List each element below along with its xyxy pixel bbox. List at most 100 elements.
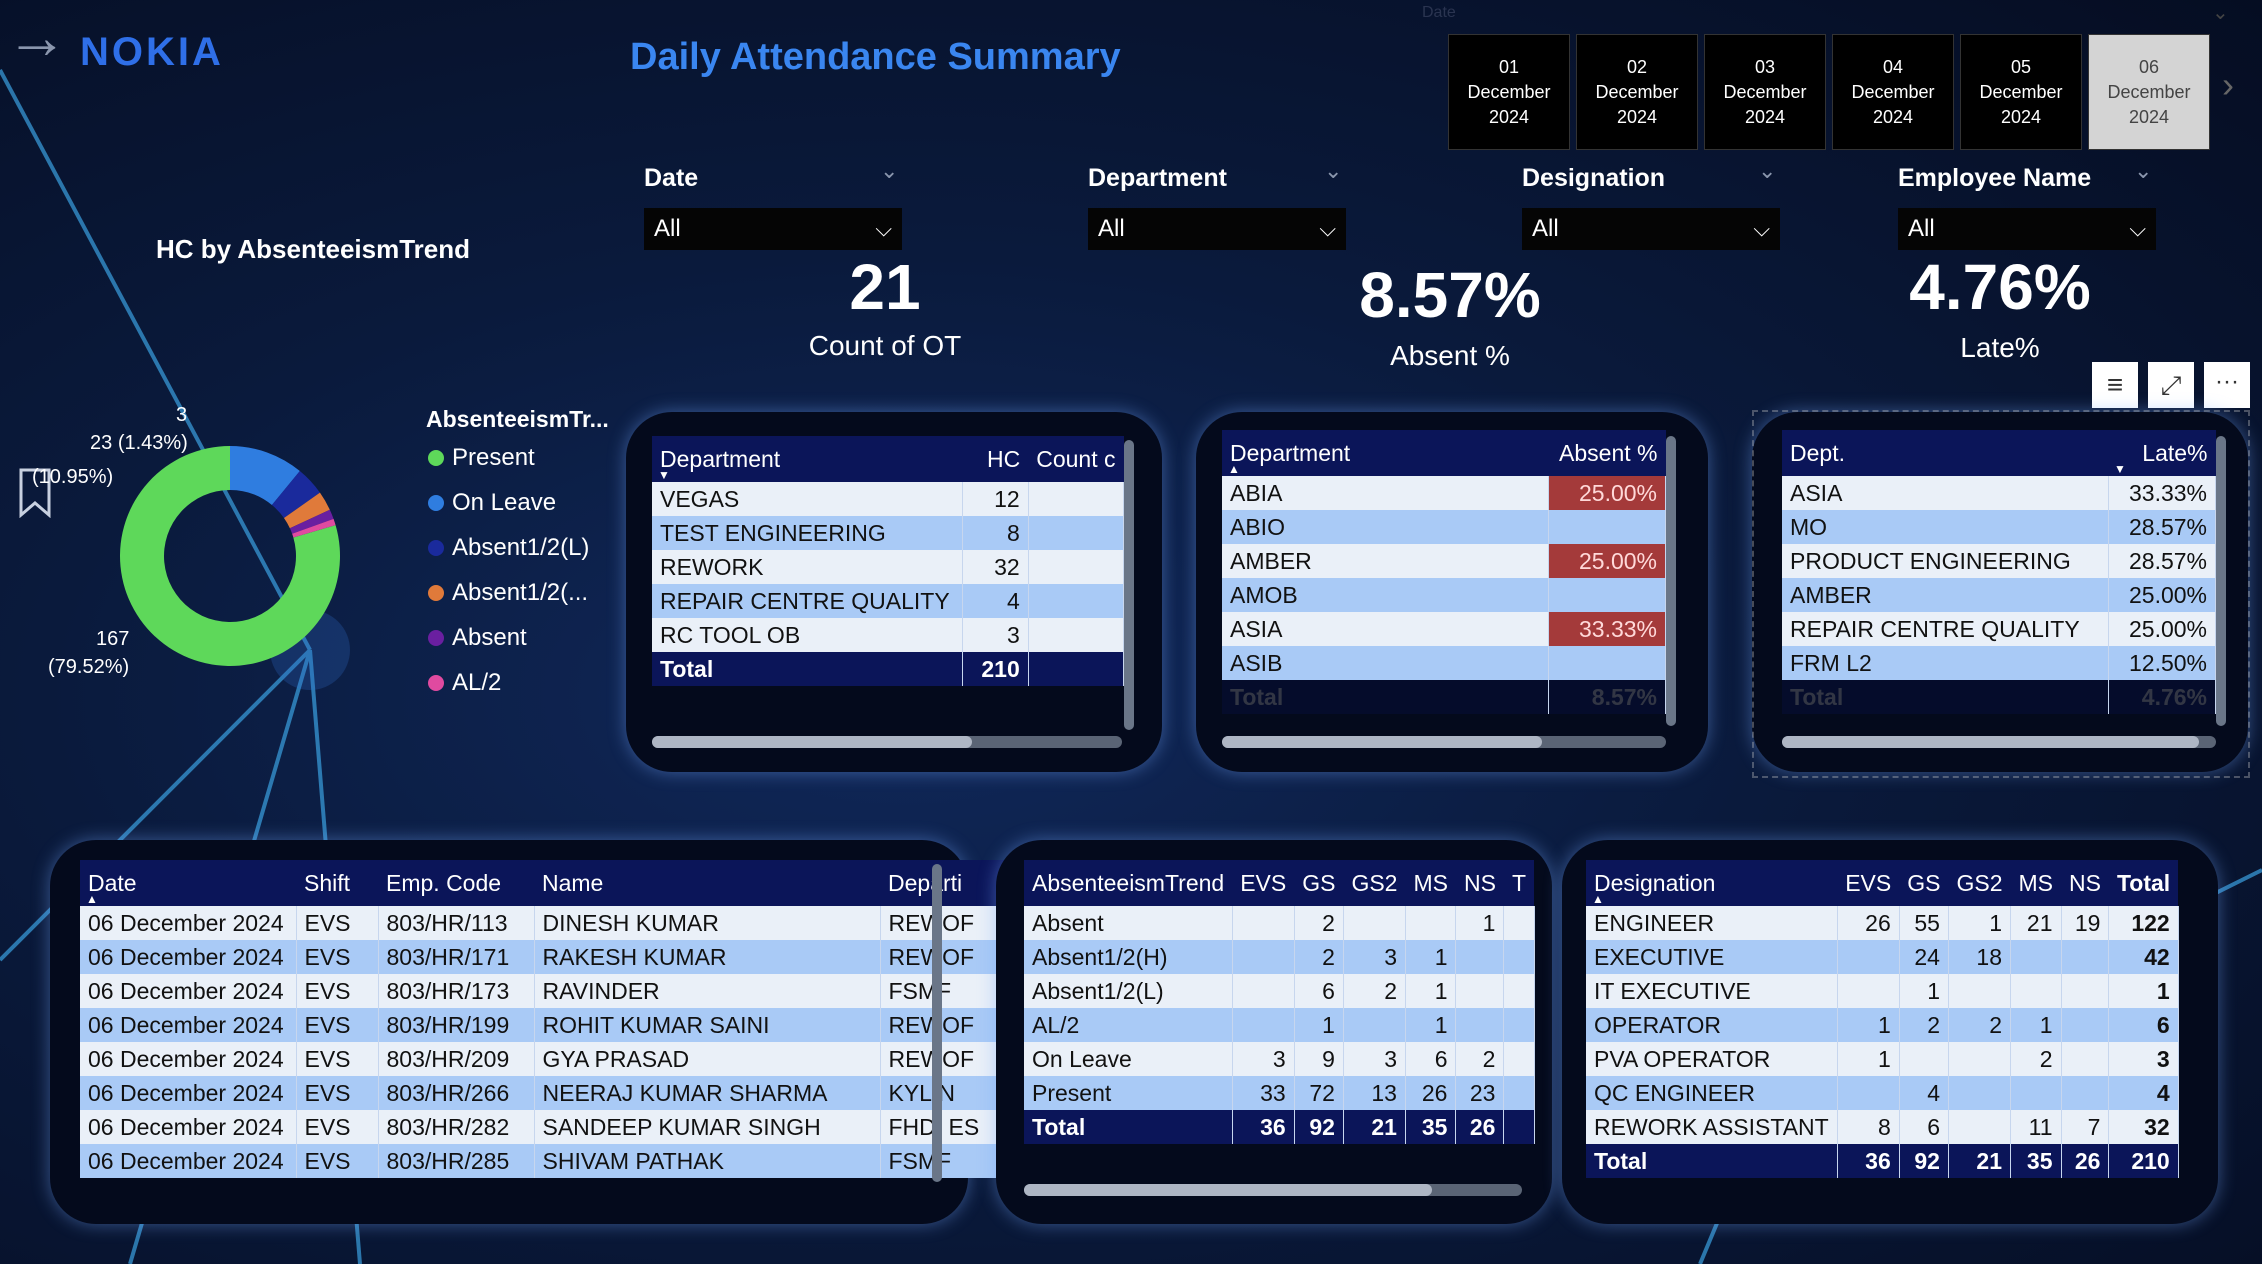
date-tile-03[interactable]: 03 December 2024 <box>1704 34 1826 150</box>
column-header[interactable]: Department <box>1222 430 1548 476</box>
table-row[interactable]: 06 December 2024 EVS 803/HR/199 ROHIT KUMAR… <box>80 1008 1013 1042</box>
filter-icon[interactable]: ≡ <box>2092 362 2138 408</box>
column-header[interactable]: Absent % <box>1548 430 1666 476</box>
table-row[interactable]: REPAIR CENTRE QUALITY 4 <box>652 584 1125 618</box>
column-header[interactable]: NS <box>2061 860 2109 906</box>
legend-item[interactable]: Absent <box>428 624 527 652</box>
table-row[interactable]: 06 December 2024 EVS 803/HR/171 RAKESH KUMA… <box>80 940 1013 974</box>
chevron-down-icon[interactable]: ⌄ <box>1324 158 1342 184</box>
late-pct-value: 4.76% <box>1909 251 2091 323</box>
table-row[interactable]: 06 December 2024 EVS 803/HR/282 SANDEEP KUM… <box>80 1110 1013 1144</box>
column-header[interactable]: Count c <box>1028 436 1124 482</box>
column-header[interactable]: Shift <box>296 860 378 906</box>
column-header[interactable]: GS <box>1899 860 1949 906</box>
column-header[interactable]: Designation <box>1586 860 1838 906</box>
column-header[interactable]: Total <box>2108 860 2179 906</box>
legend-item[interactable]: AL/2 <box>428 669 501 697</box>
emp-vscroll[interactable] <box>932 864 942 1182</box>
legend-item[interactable]: Absent1/2(... <box>428 579 588 607</box>
column-header[interactable]: HC <box>962 436 1029 482</box>
table-row[interactable]: VEGAS 12 <box>652 482 1125 516</box>
column-header[interactable]: EVS <box>1232 860 1295 906</box>
date-tile-02[interactable]: 02 December 2024 <box>1576 34 1698 150</box>
table-row[interactable]: REWORK ASSISTANT 8 6 11 7 32 <box>1586 1110 2179 1144</box>
chevron-down-icon[interactable]: ⌄ <box>1758 158 1776 184</box>
table-row[interactable]: ABIO <box>1222 510 1666 544</box>
table-row[interactable]: 06 December 2024 EVS 803/HR/266 NEERAJ KUMA… <box>80 1076 1013 1110</box>
chevron-down-icon[interactable]: ⌄ <box>2212 0 2229 25</box>
table-cell <box>1503 906 1535 940</box>
table-row[interactable]: RC TOOL OB 3 <box>652 618 1125 652</box>
table-row[interactable]: AL/2 1 1 <box>1024 1008 1535 1042</box>
column-header[interactable]: MS <box>1405 860 1456 906</box>
table-row[interactable]: Present 33 72 13 26 23 <box>1024 1076 1535 1110</box>
table-row[interactable]: QC ENGINEER 4 4 <box>1586 1076 2179 1110</box>
back-arrow-icon[interactable]: → <box>6 2 68 73</box>
date-tile-01[interactable]: 01 December 2024 <box>1448 34 1570 150</box>
table-row[interactable]: IT EXECUTIVE 1 1 <box>1586 974 2179 1008</box>
column-header[interactable]: AbsenteeismTrend <box>1024 860 1233 906</box>
column-header[interactable]: Departi <box>880 860 1012 906</box>
dept-vscroll[interactable] <box>1124 440 1134 730</box>
table-row[interactable]: EXECUTIVE 24 18 42 <box>1586 940 2179 974</box>
table-row[interactable]: AMBER 25.00% <box>1222 544 1666 578</box>
table-cell: REWORK ASSISTANT <box>1586 1110 1838 1144</box>
employee-name-dropdown[interactable]: All ⌵ <box>1898 208 2156 250</box>
chevron-right-icon[interactable]: › <box>2222 64 2234 106</box>
table-row[interactable]: On Leave 3 9 3 6 2 <box>1024 1042 1535 1076</box>
table-cell: 1 <box>1405 1008 1457 1042</box>
table-row[interactable]: ASIA 33.33% <box>1222 612 1666 646</box>
table-row[interactable]: OPERATOR 1 2 2 1 6 <box>1586 1008 2179 1042</box>
column-header[interactable]: Date <box>80 860 296 906</box>
department-dropdown[interactable]: All ⌵ <box>1088 208 1346 250</box>
date-tile-04[interactable]: 04 December 2024 <box>1832 34 1954 150</box>
table-cell: 06 December 2024 <box>80 1008 297 1042</box>
column-header[interactable]: T <box>1503 860 1534 906</box>
table-row[interactable]: AMOB <box>1222 578 1666 612</box>
column-header[interactable]: EVS <box>1837 860 1900 906</box>
trend-hscroll[interactable] <box>1024 1184 1522 1196</box>
table-row[interactable]: Absent 2 1 <box>1024 906 1535 940</box>
focus-mode-icon[interactable]: ⤢ <box>2148 362 2194 408</box>
table-cell: 8 <box>962 516 1029 550</box>
table-cell: REWOF <box>880 1008 1013 1042</box>
table-cell: REWOF <box>880 940 1013 974</box>
table-row[interactable]: ASIB <box>1222 646 1666 680</box>
more-options-icon[interactable]: ··· <box>2204 362 2250 408</box>
table-row[interactable]: Absent1/2(H) 2 3 1 <box>1024 940 1535 974</box>
table-row[interactable]: 06 December 2024 EVS 803/HR/173 RAVINDER FSM… <box>80 974 1013 1008</box>
table-row[interactable]: TEST ENGINEERING 8 <box>652 516 1125 550</box>
legend-item[interactable]: On Leave <box>428 489 556 517</box>
table-row[interactable]: 06 December 2024 EVS 803/HR/113 DINESH KUMA… <box>80 906 1013 940</box>
column-header[interactable]: Department <box>652 436 963 482</box>
column-header[interactable]: GS2 <box>1948 860 2011 906</box>
column-header[interactable]: GS <box>1294 860 1344 906</box>
dept-hscroll[interactable] <box>652 736 1122 748</box>
legend-item[interactable]: Present <box>428 444 535 472</box>
table-row[interactable]: 06 December 2024 EVS 803/HR/285 SHIVAM PATH… <box>80 1144 1013 1178</box>
table-row[interactable]: 06 December 2024EVS803/HR/209GYA PRASADR… <box>80 1042 1013 1076</box>
column-header[interactable]: NS <box>1455 860 1504 906</box>
chevron-down-icon[interactable]: ⌄ <box>880 158 898 184</box>
column-header[interactable]: GS2 <box>1343 860 1406 906</box>
table-cell <box>1343 1008 1406 1042</box>
legend-item[interactable]: Absent1/2(L) <box>428 534 589 562</box>
table-cell: 6 <box>1405 1042 1457 1076</box>
date-tile-06[interactable]: 06 December 2024 <box>2088 34 2210 150</box>
column-header[interactable]: MS <box>2010 860 2062 906</box>
designation-dropdown[interactable]: All ⌵ <box>1522 208 1780 250</box>
chevron-down-icon[interactable]: ⌄ <box>2134 158 2152 184</box>
table-cell <box>1948 1042 2012 1076</box>
table-row[interactable]: ENGINEER 26 55 1 21 19 122 <box>1586 906 2179 940</box>
absent-hscroll[interactable] <box>1222 736 1666 748</box>
date-dropdown[interactable]: All ⌵ <box>644 208 902 250</box>
date-tile-05[interactable]: 05 December 2024 <box>1960 34 2082 150</box>
table-row[interactable]: PVA OPERATOR 1 2 3 <box>1586 1042 2179 1076</box>
absent-vscroll[interactable] <box>1666 436 1676 726</box>
table-row[interactable]: REWORK 32 <box>652 550 1125 584</box>
table-row[interactable]: ABIA 25.00% <box>1222 476 1666 510</box>
table-row[interactable]: Absent1/2(L) 6 2 1 <box>1024 974 1535 1008</box>
column-header[interactable]: Name <box>534 860 880 906</box>
column-header[interactable]: Emp. Code <box>378 860 534 906</box>
table-cell: EXECUTIVE <box>1586 940 1838 974</box>
